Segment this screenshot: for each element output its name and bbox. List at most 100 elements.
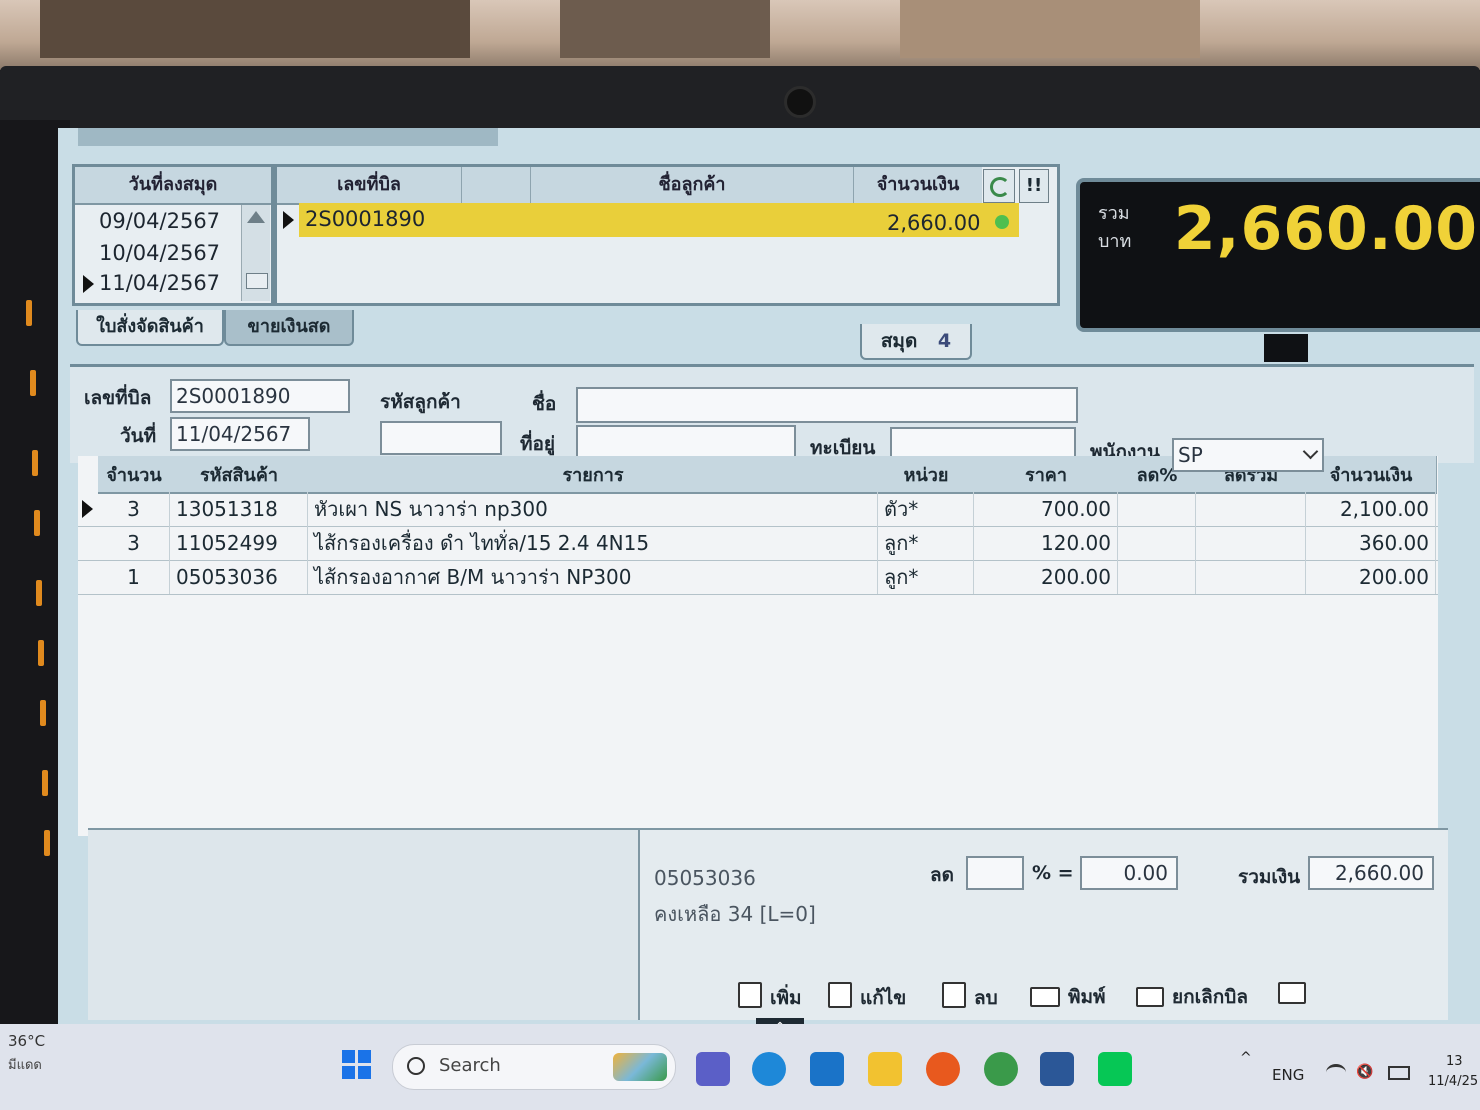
col-header-amount: จำนวนเงิน [1306,456,1437,494]
scroll-up-icon[interactable] [247,211,265,223]
print-button-label: พิมพ์ [1068,986,1106,1008]
indicator-light [34,510,40,536]
tab-order-slip[interactable]: ใบสั่งจัดสินค้า [76,310,224,346]
word-icon[interactable] [1040,1052,1074,1086]
firefox-icon[interactable] [926,1052,960,1086]
edge-icon[interactable] [752,1052,786,1086]
date-scrollbar[interactable] [241,205,270,301]
col-header-unit: หน่วย [878,456,975,494]
search-placeholder: Search [439,1055,501,1076]
teams-icon[interactable] [696,1052,730,1086]
refresh-button[interactable] [983,169,1015,203]
scroll-down-icon[interactable] [246,273,268,289]
cell-amount: 360.00 [1306,526,1436,560]
cell-unit: ลูก* [878,526,974,560]
webcam-icon [784,86,816,118]
mail-icon[interactable] [810,1052,844,1086]
line-icon[interactable] [1098,1052,1132,1086]
table-row[interactable]: 3 11052499 ไส้กรองเครื่อง ดำ ไททั่ล/15 2… [78,526,1438,561]
indicator-light [42,770,48,796]
date-item[interactable]: 10/04/2567 [99,241,220,265]
add-button-label: เพิ่ม [770,987,802,1009]
cell-disc-total [1196,560,1306,594]
taskbar-search[interactable]: Search [392,1044,676,1090]
cell-unit: ตัว* [878,492,974,526]
delete-button[interactable]: ลบ [942,982,998,1013]
cancel-bill-icon [1136,987,1164,1007]
bill-list-header-customer: ชื่อลูกค้า [531,167,854,205]
table-row[interactable]: 3 13051318 หัวเผา NS นาวาร่า np300 ตัว* … [78,492,1438,527]
pos-window: วันที่ลงสมุด 09/04/2567 10/04/2567 11/04… [58,128,1480,1028]
background-wall [0,0,1480,70]
row-pointer-icon [283,211,294,229]
col-header-code: รหัสสินค้า [170,456,309,494]
customer-code-label: รหัสลูกค้า [380,391,461,413]
bill-list-header-billno: เลขที่บิล [277,167,462,205]
discount-value-field[interactable]: 0.00 [1080,856,1178,890]
edit-button[interactable]: แก้ไข [828,982,906,1013]
name-field[interactable] [576,387,1078,423]
total-display: รวม บาท 2,660.00 [1076,178,1480,332]
calculator-button[interactable] [1278,982,1314,1005]
pct-equals: % = [1032,862,1074,884]
bill-no-label: เลขที่บิล [84,387,152,409]
cell-code: 05053036 [170,560,308,594]
cell-qty: 3 [98,492,170,526]
stop-button[interactable]: !! [1019,169,1049,203]
volume-muted-icon[interactable]: 🔇 [1356,1064,1373,1080]
discount-pct-field[interactable] [966,856,1024,890]
indicator-light [26,300,32,326]
indicator-light [40,700,46,726]
stock-text: คงเหลือ 34 [L=0] [654,902,816,926]
clock-date[interactable]: 11/4/25 [1428,1074,1478,1089]
grand-total-field[interactable]: 2,660.00 [1308,856,1434,890]
cell-price: 200.00 [974,560,1118,594]
file-explorer-icon[interactable] [868,1052,902,1086]
date-field[interactable]: 11/04/2567 [170,417,310,451]
search-icon [407,1057,425,1075]
bill-footer: 05053036 คงเหลือ 34 [L=0] ลด % = 0.00 รว… [88,828,1448,1020]
clock-time[interactable]: 13 [1446,1054,1463,1069]
cell-disc-pct [1118,560,1196,594]
cell-qty: 1 [98,560,170,594]
indicator-light [36,580,42,606]
bill-list-header-amount: จำนวนเงิน [854,167,982,205]
print-button[interactable]: พิมพ์ [1030,982,1106,1012]
employee-select[interactable]: SP [1172,438,1324,472]
customer-code-field[interactable] [380,421,502,455]
col-header-qty: จำนวน [98,456,171,494]
battery-icon[interactable] [1388,1066,1410,1080]
bill-no-field[interactable]: 2S0001890 [170,379,350,413]
tab-cash-sale[interactable]: ขายเงินสด [224,310,354,346]
cancel-bill-button[interactable]: ยกเลิกบิล [1136,982,1248,1012]
cell-qty: 3 [98,526,170,560]
background-shelf [900,0,1200,58]
chevron-up-tray-icon[interactable]: ^ [1240,1050,1252,1066]
add-button[interactable]: เพิ่ม [738,982,802,1013]
start-button[interactable] [342,1050,372,1080]
new-document-icon [738,982,762,1008]
cell-disc-total [1196,526,1306,560]
weather-temp[interactable]: 36°C [8,1032,45,1050]
cell-desc: ไส้กรองเครื่อง ดำ ไททั่ล/15 2.4 4N15 [308,526,878,560]
search-highlight-icon [613,1053,667,1081]
bill-row-selected[interactable]: 2S0001890 2,660.00 [299,203,1019,237]
date-item[interactable]: 09/04/2567 [99,209,220,233]
chevron-down-icon [1302,443,1319,460]
total-display-tab [1264,334,1308,362]
date-item-selected[interactable]: 11/04/2567 [99,271,220,295]
edit-button-label: แก้ไข [860,987,907,1009]
total-value: 2,660.00 [1173,194,1478,264]
language-indicator[interactable]: ENG [1272,1066,1304,1084]
table-row[interactable]: 1 05053036 ไส้กรองอากาศ B/M นาวาร่า NP30… [78,560,1438,595]
cell-code: 11052499 [170,526,308,560]
book-number: 4 [937,330,952,352]
weather-text[interactable]: มีแดด [8,1054,42,1075]
windows-icon-part [358,1050,371,1063]
cell-desc: หัวเผา NS นาวาร่า np300 [308,492,878,526]
cell-disc-pct [1118,492,1196,526]
items-table: จำนวน รหัสสินค้า รายการ หน่วย ราคา ลด% ล… [78,456,1438,836]
col-header-price: ราคา [974,456,1119,494]
wifi-icon[interactable] [1326,1064,1346,1081]
chrome-icon[interactable] [984,1052,1018,1086]
